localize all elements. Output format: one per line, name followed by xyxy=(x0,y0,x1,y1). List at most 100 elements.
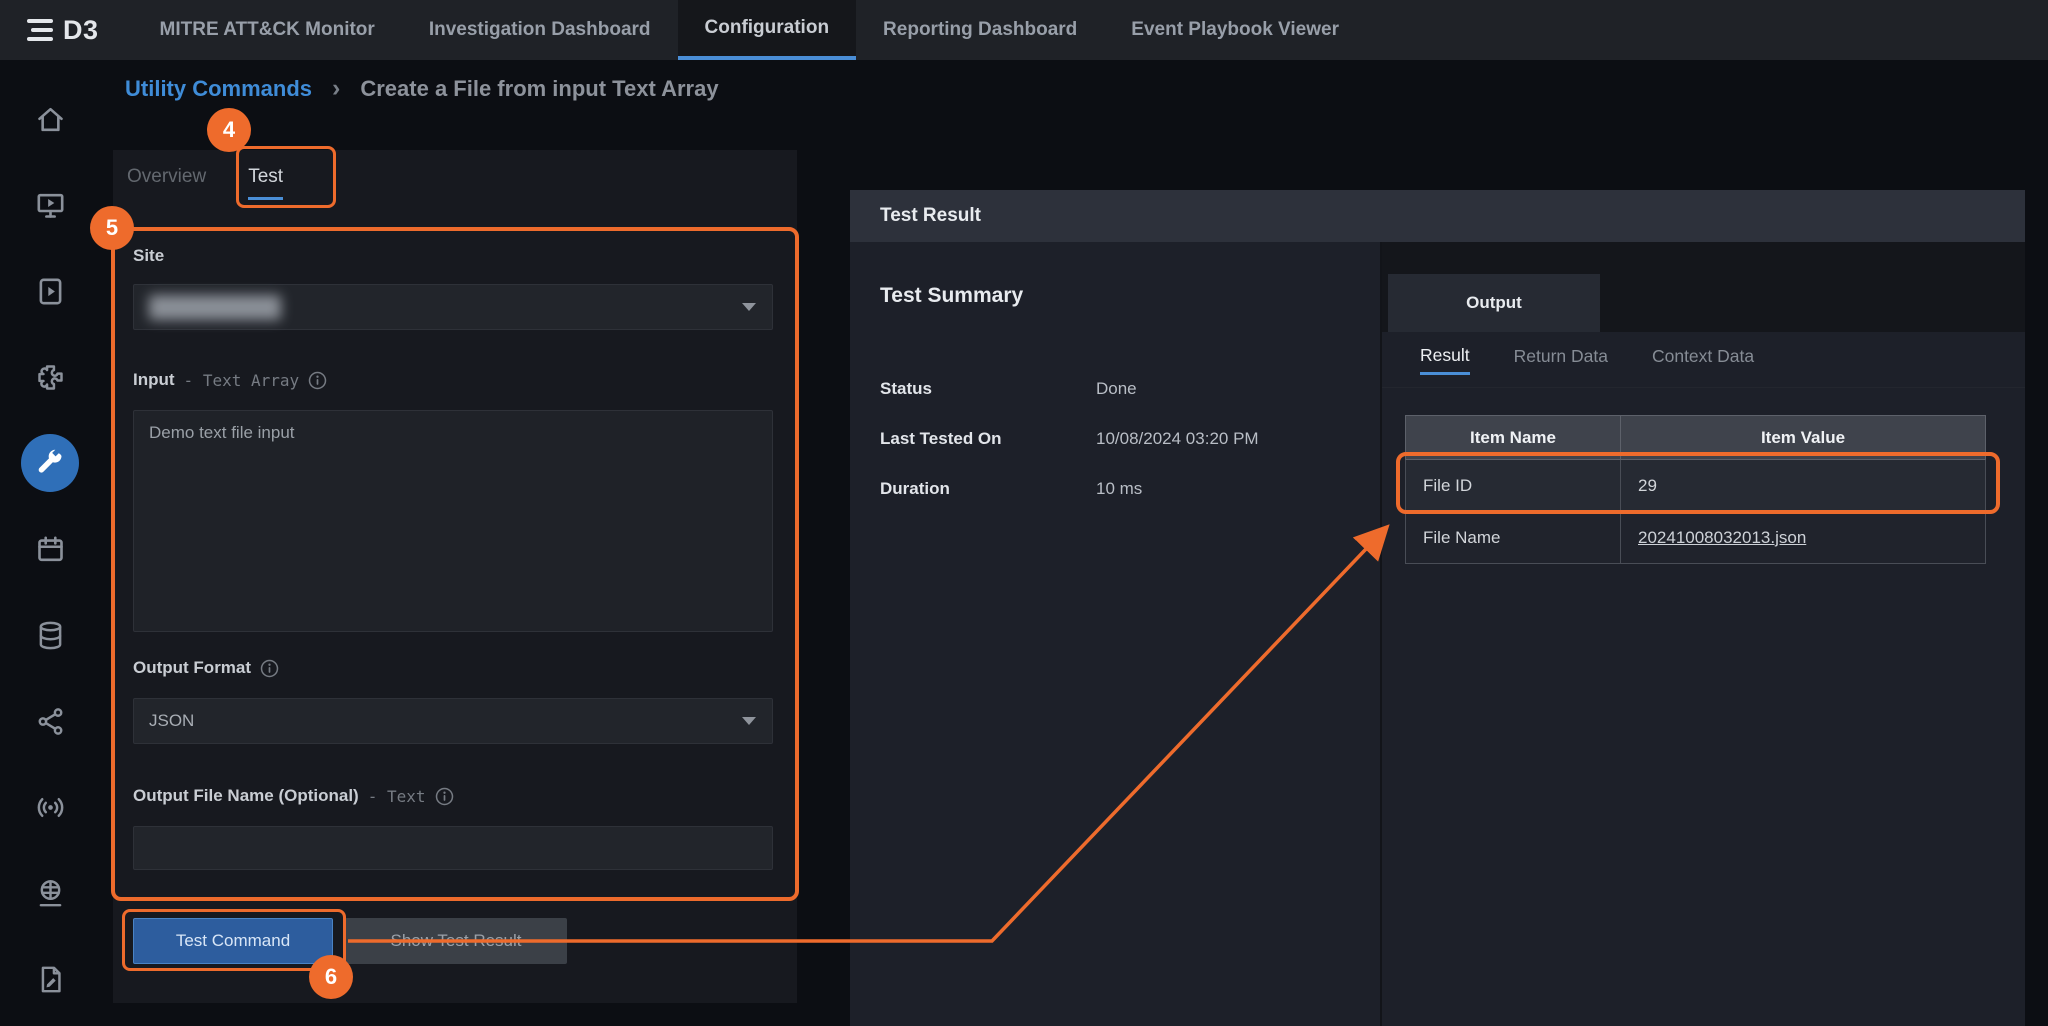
test-result-title: Test Result xyxy=(880,205,981,227)
chevron-down-icon xyxy=(742,303,756,311)
nav-tab-event-playbook-viewer[interactable]: Event Playbook Viewer xyxy=(1104,0,1366,60)
summary-row-status: Status Done xyxy=(880,364,1360,414)
sidebar-item-connections[interactable] xyxy=(21,692,79,750)
output-format-label: Output Format xyxy=(133,658,279,678)
nav-tab-investigation-dashboard[interactable]: Investigation Dashboard xyxy=(402,0,678,60)
tab-test[interactable]: Test xyxy=(248,166,283,200)
cell-item-value: 29 xyxy=(1621,460,1986,512)
info-icon[interactable] xyxy=(308,371,327,390)
site-value-redacted xyxy=(149,295,281,320)
table-row-file-id: File ID 29 xyxy=(1406,460,1986,512)
document-edit-icon xyxy=(34,963,67,996)
input-label: Input - Text Array xyxy=(133,370,327,390)
sub-tab-context-data[interactable]: Context Data xyxy=(1652,346,1754,373)
database-icon xyxy=(34,619,67,652)
show-test-result-button[interactable]: Show Test Result xyxy=(345,918,567,964)
cell-item-name: File ID xyxy=(1406,460,1621,512)
sub-tab-return-data[interactable]: Return Data xyxy=(1514,346,1608,373)
sidebar-item-data-management[interactable] xyxy=(21,606,79,664)
breadcrumb-current: Create a File from input Text Array xyxy=(360,76,718,102)
command-form-panel: Overview Test Site Input - Text Array De… xyxy=(113,150,797,1003)
summary-value: 10/08/2024 03:20 PM xyxy=(1096,429,1259,449)
test-command-button[interactable]: Test Command xyxy=(133,918,333,964)
breadcrumb-separator-icon: › xyxy=(332,74,340,103)
sidebar-item-schedules[interactable] xyxy=(21,520,79,578)
result-table-header-row: Item Name Item Value xyxy=(1406,416,1986,460)
calendar-icon xyxy=(34,533,67,566)
info-icon[interactable] xyxy=(260,659,279,678)
sub-tab-result[interactable]: Result xyxy=(1420,345,1470,375)
sidebar-item-integrations[interactable] xyxy=(21,348,79,406)
sidebar-item-video-files[interactable] xyxy=(21,262,79,320)
info-icon[interactable] xyxy=(435,787,454,806)
summary-value: 10 ms xyxy=(1096,479,1142,499)
sidebar-item-home[interactable] xyxy=(21,90,79,148)
summary-value: Done xyxy=(1096,379,1137,399)
top-nav: D3 MITRE ATT&CK Monitor Investigation Da… xyxy=(0,0,2048,60)
input-type-hint: - Text Array xyxy=(184,371,300,390)
breadcrumb: Utility Commands › Create a File from in… xyxy=(0,60,2048,118)
nav-tab-label: Configuration xyxy=(705,17,830,39)
sidebar-item-utility-commands[interactable] xyxy=(21,434,79,492)
output-sub-tabs: Result Return Data Context Data xyxy=(1382,332,2025,388)
test-result-panel: Test Result Test Summary Status Done Las… xyxy=(850,190,2025,1026)
table-row-file-name: File Name 20241008032013.json xyxy=(1406,512,1986,564)
breadcrumb-parent-link[interactable]: Utility Commands xyxy=(125,76,312,102)
nav-tab-configuration[interactable]: Configuration xyxy=(678,0,857,60)
sidebar-rail xyxy=(0,60,100,1026)
input-textarea[interactable]: Demo text file input xyxy=(133,410,773,632)
input-label-text: Input xyxy=(133,370,175,390)
output-format-value: JSON xyxy=(149,711,194,731)
summary-label: Status xyxy=(880,379,1096,399)
sidebar-item-reports[interactable] xyxy=(21,950,79,1008)
puzzle-icon xyxy=(34,361,67,394)
test-result-header: Test Result xyxy=(850,190,2025,242)
nav-tab-label: Investigation Dashboard xyxy=(429,19,651,41)
output-file-name-label: Output File Name (Optional) - Text xyxy=(133,786,454,806)
summary-row-last-tested: Last Tested On 10/08/2024 03:20 PM xyxy=(880,414,1360,464)
site-label: Site xyxy=(133,246,164,266)
nav-tab-label: Event Playbook Viewer xyxy=(1131,19,1339,41)
app-root: D3 MITRE ATT&CK Monitor Investigation Da… xyxy=(0,0,2048,1026)
home-icon xyxy=(34,103,67,136)
output-format-dropdown[interactable]: JSON xyxy=(133,698,773,744)
site-label-text: Site xyxy=(133,246,164,266)
column-header-item-name: Item Name xyxy=(1406,416,1621,460)
video-file-icon xyxy=(34,275,67,308)
output-file-name-type-hint: - Text xyxy=(368,787,426,806)
cell-item-name: File Name xyxy=(1406,512,1621,564)
column-header-item-value: Item Value xyxy=(1621,416,1986,460)
sidebar-item-broadcast[interactable] xyxy=(21,778,79,836)
d3-logo-icon xyxy=(26,17,56,43)
monitor-play-icon xyxy=(34,189,67,222)
logo-text: D3 xyxy=(63,15,99,46)
tab-output[interactable]: Output xyxy=(1388,274,1600,332)
form-tabs: Overview Test xyxy=(113,150,797,200)
summary-label: Last Tested On xyxy=(880,429,1096,449)
site-dropdown[interactable] xyxy=(133,284,773,330)
share-nodes-icon xyxy=(34,705,67,738)
d3-logo: D3 xyxy=(0,0,133,60)
sidebar-item-monitor-playbooks[interactable] xyxy=(21,176,79,234)
input-textarea-value: Demo text file input xyxy=(149,423,295,442)
utility-tools-icon xyxy=(34,447,67,480)
chevron-down-icon xyxy=(742,717,756,725)
output-file-name-label-text: Output File Name (Optional) xyxy=(133,786,359,806)
nav-tab-mitre-attack-monitor[interactable]: MITRE ATT&CK Monitor xyxy=(133,0,402,60)
output-tab-strip: Output xyxy=(1382,242,2025,332)
cell-item-value: 20241008032013.json xyxy=(1621,512,1986,564)
show-test-result-button-label: Show Test Result xyxy=(390,931,521,951)
file-name-link[interactable]: 20241008032013.json xyxy=(1638,528,1806,547)
nav-tab-label: Reporting Dashboard xyxy=(883,19,1077,41)
summary-row-duration: Duration 10 ms xyxy=(880,464,1360,514)
sidebar-item-geolocation[interactable] xyxy=(21,864,79,922)
test-command-button-label: Test Command xyxy=(176,931,290,951)
nav-tab-label: MITRE ATT&CK Monitor xyxy=(160,19,375,41)
broadcast-icon xyxy=(34,791,67,824)
top-nav-tabs: MITRE ATT&CK Monitor Investigation Dashb… xyxy=(133,0,1366,60)
test-summary-title: Test Summary xyxy=(880,284,1023,308)
summary-label: Duration xyxy=(880,479,1096,499)
tab-overview[interactable]: Overview xyxy=(127,166,206,200)
output-file-name-input[interactable] xyxy=(133,826,773,870)
nav-tab-reporting-dashboard[interactable]: Reporting Dashboard xyxy=(856,0,1104,60)
